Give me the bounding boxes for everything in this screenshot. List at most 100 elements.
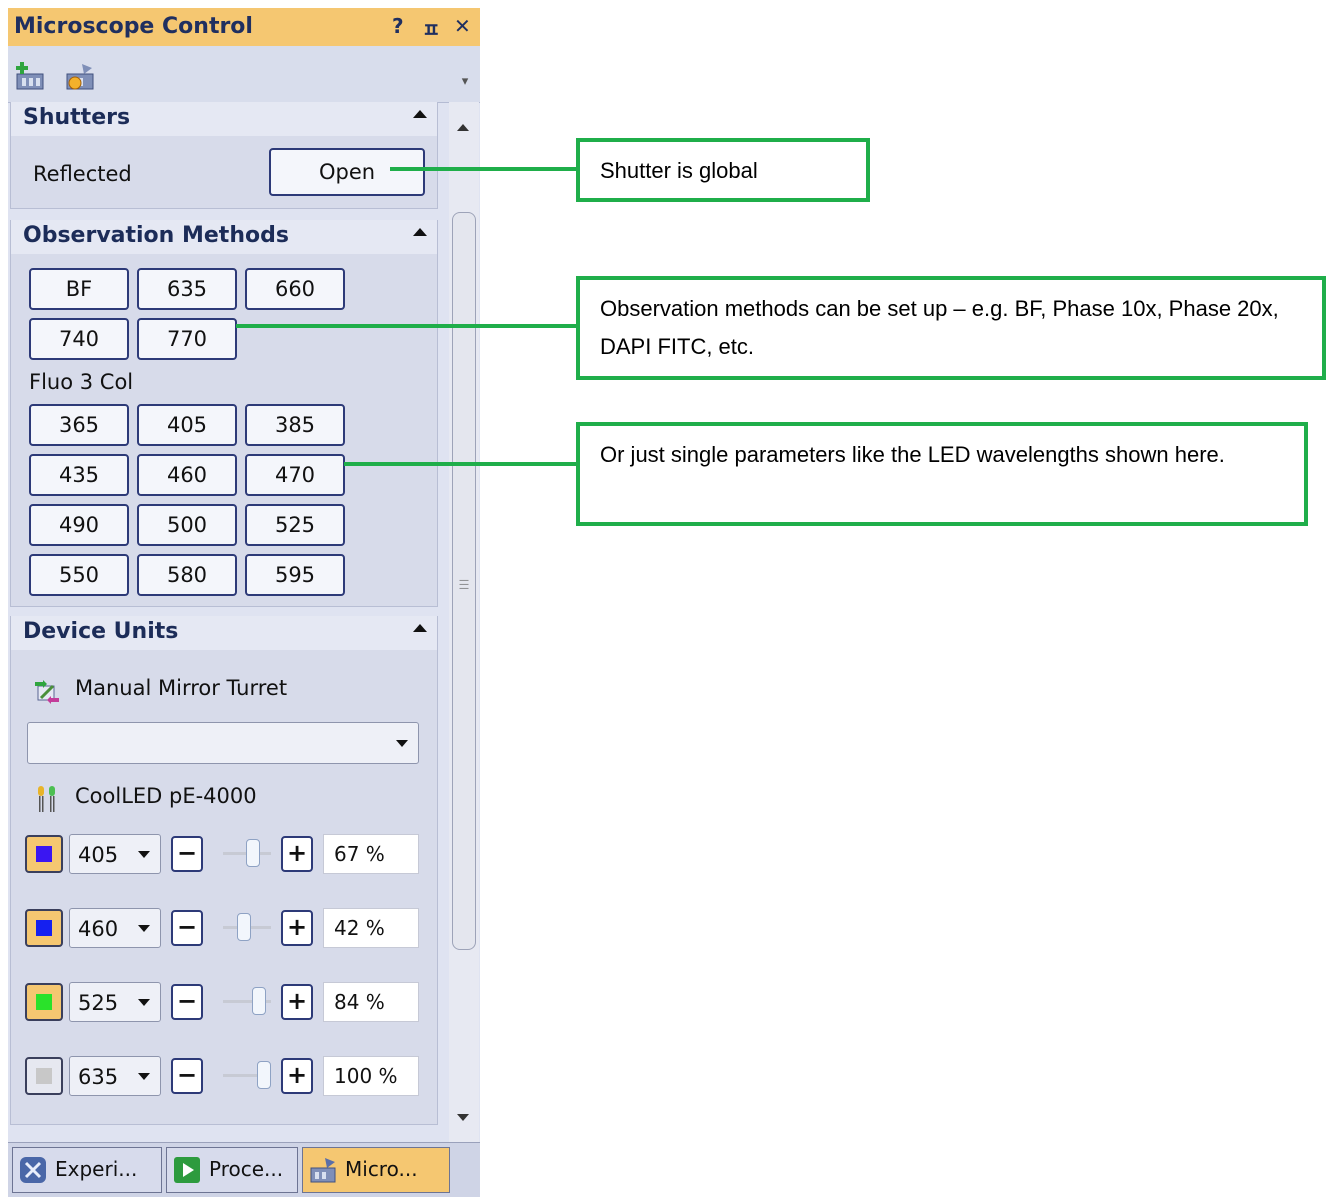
led-toggle-525[interactable] [25,983,63,1021]
method-button-500[interactable]: 500 [137,504,237,546]
method-button-385[interactable]: 385 [245,404,345,446]
method-button-435[interactable]: 435 [29,454,129,496]
led-decrease-button-525[interactable]: − [171,984,203,1020]
led-intensity-slider-405[interactable] [223,836,271,872]
scrollbar-thumb[interactable]: — — — [452,212,476,950]
led-intensity-slider-525[interactable] [223,984,271,1020]
led-color-swatch [36,994,52,1010]
slider-knob [257,1061,271,1089]
scroll-down-icon[interactable] [457,1114,469,1121]
method-button-770[interactable]: 770 [137,318,237,360]
device-units-header[interactable]: Device Units [11,616,437,650]
add-configuration-icon[interactable] [14,60,46,92]
led-increase-button-405[interactable]: + [281,836,313,872]
led-decrease-button-405[interactable]: − [171,836,203,872]
panel-content: Shutters Reflected Open Observation Meth… [8,102,444,1142]
play-icon [174,1157,200,1183]
callout-single-leader [344,462,578,466]
method-button-550[interactable]: 550 [29,554,129,596]
led-increase-button-525[interactable]: + [281,984,313,1020]
reflected-label: Reflected [33,162,132,186]
experiment-icon [20,1157,46,1183]
led-color-swatch [36,920,52,936]
device-units-section: Device Units Manual Mirror Turret CoolLE… [10,616,438,1125]
callout-shutter: Shutter is global [576,138,870,202]
fluo-group-label: Fluo 3 Col [29,370,134,394]
close-button[interactable]: ✕ [454,14,471,38]
callout-methods-leader [236,324,578,328]
method-button-660[interactable]: 660 [245,268,345,310]
led-toggle-405[interactable] [25,835,63,873]
led-decrease-button-460[interactable]: − [171,910,203,946]
tab-processing[interactable]: Proce... [166,1147,298,1193]
method-button-635[interactable]: 635 [137,268,237,310]
callout-single: Or just single parameters like the LED w… [576,422,1308,526]
collapse-device-units-icon[interactable] [413,624,427,632]
panel-scrollbar[interactable]: — — — [449,102,479,1142]
led-wavelength-dropdown-635[interactable]: 635 [69,1056,161,1096]
shutter-open-button[interactable]: Open [269,148,425,196]
led-wavelength-dropdown-460[interactable]: 460 [69,908,161,948]
slider-knob [237,913,251,941]
led-light-source-icon [38,786,55,812]
led-intensity-slider-635[interactable] [223,1058,271,1094]
method-button-365[interactable]: 365 [29,404,129,446]
led-color-swatch [36,846,52,862]
led-increase-button-460[interactable]: + [281,910,313,946]
shutters-header[interactable]: Shutters [11,102,437,136]
callout-shutter-leader [390,167,578,171]
led-source-label: CoolLED pE-4000 [75,784,257,808]
chevron-down-icon [138,925,150,932]
callout-methods: Observation methods can be set up – e.g.… [576,276,1326,380]
panel-toolbar: ▾ [8,46,480,103]
led-toggle-460[interactable] [25,909,63,947]
led-increase-button-635[interactable]: + [281,1058,313,1094]
shutters-title: Shutters [23,105,131,130]
grip-icon: — — — [459,575,469,594]
help-button[interactable]: ? [392,14,404,38]
settings-configuration-icon[interactable] [64,60,96,92]
chevron-down-icon [396,740,408,747]
microscope-control-panel: Microscope Control ? ㅍ ✕ ▾ Shutters Refl… [8,8,480,1197]
slider-knob [252,987,266,1015]
toolbar-overflow-icon[interactable]: ▾ [458,74,472,89]
microscope-icon [310,1158,336,1183]
panel-title-bar: Microscope Control ? ㅍ ✕ [8,8,480,46]
led-wavelength-value: 460 [78,917,119,941]
method-button-525[interactable]: 525 [245,504,345,546]
led-intensity-value-635: 100 % [323,1056,419,1096]
panel-tab-strip: Experi... Proce... Micro... [8,1142,480,1197]
method-button-405[interactable]: 405 [137,404,237,446]
observation-methods-header[interactable]: Observation Methods [11,220,437,254]
mirror-turret-icon [35,680,59,704]
tab-experiment[interactable]: Experi... [12,1147,162,1193]
chevron-down-icon [138,999,150,1006]
scroll-up-icon[interactable] [457,124,469,131]
collapse-observation-icon[interactable] [413,228,427,236]
tab-processing-label: Proce... [209,1157,284,1181]
led-intensity-slider-460[interactable] [223,910,271,946]
led-wavelength-value: 525 [78,991,119,1015]
method-button-460[interactable]: 460 [137,454,237,496]
method-button-470[interactable]: 470 [245,454,345,496]
collapse-shutters-icon[interactable] [413,110,427,118]
pin-button[interactable]: ㅍ [422,14,440,43]
method-button-bf[interactable]: BF [29,268,129,310]
method-button-490[interactable]: 490 [29,504,129,546]
led-wavelength-dropdown-525[interactable]: 525 [69,982,161,1022]
method-button-740[interactable]: 740 [29,318,129,360]
led-intensity-value-525: 84 % [323,982,419,1022]
led-intensity-value-460: 42 % [323,908,419,948]
chevron-down-icon [138,1073,150,1080]
mirror-turret-label: Manual Mirror Turret [75,676,288,700]
led-decrease-button-635[interactable]: − [171,1058,203,1094]
led-wavelength-value: 405 [78,843,119,867]
panel-title: Microscope Control [14,14,253,39]
led-intensity-value-405: 67 % [323,834,419,874]
led-wavelength-dropdown-405[interactable]: 405 [69,834,161,874]
tab-microscope[interactable]: Micro... [302,1147,450,1193]
mirror-turret-dropdown[interactable] [27,722,419,764]
method-button-595[interactable]: 595 [245,554,345,596]
led-toggle-635[interactable] [25,1057,63,1095]
method-button-580[interactable]: 580 [137,554,237,596]
